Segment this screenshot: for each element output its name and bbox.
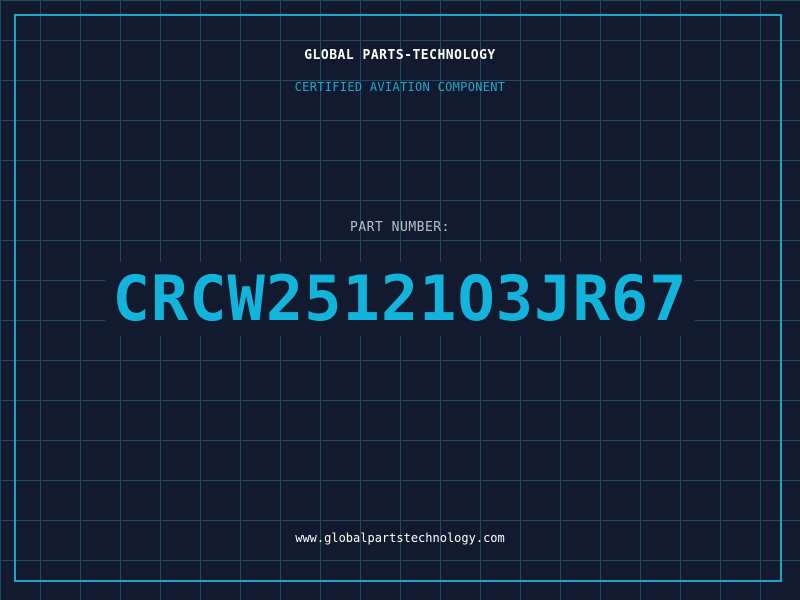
- part-number-label: PART NUMBER:: [350, 220, 450, 235]
- certification-subtitle: CERTIFIED AVIATION COMPONENT: [294, 80, 506, 94]
- company-name: GLOBAL PARTS-TECHNOLOGY: [304, 48, 496, 63]
- part-number-value: CRCW25121O3JR67: [104, 262, 696, 336]
- part-label-card: GLOBAL PARTS-TECHNOLOGY CERTIFIED AVIATI…: [0, 0, 800, 600]
- part-number-container: CRCW25121O3JR67: [0, 262, 800, 336]
- website-url: www.globalpartstechnology.com: [295, 531, 505, 545]
